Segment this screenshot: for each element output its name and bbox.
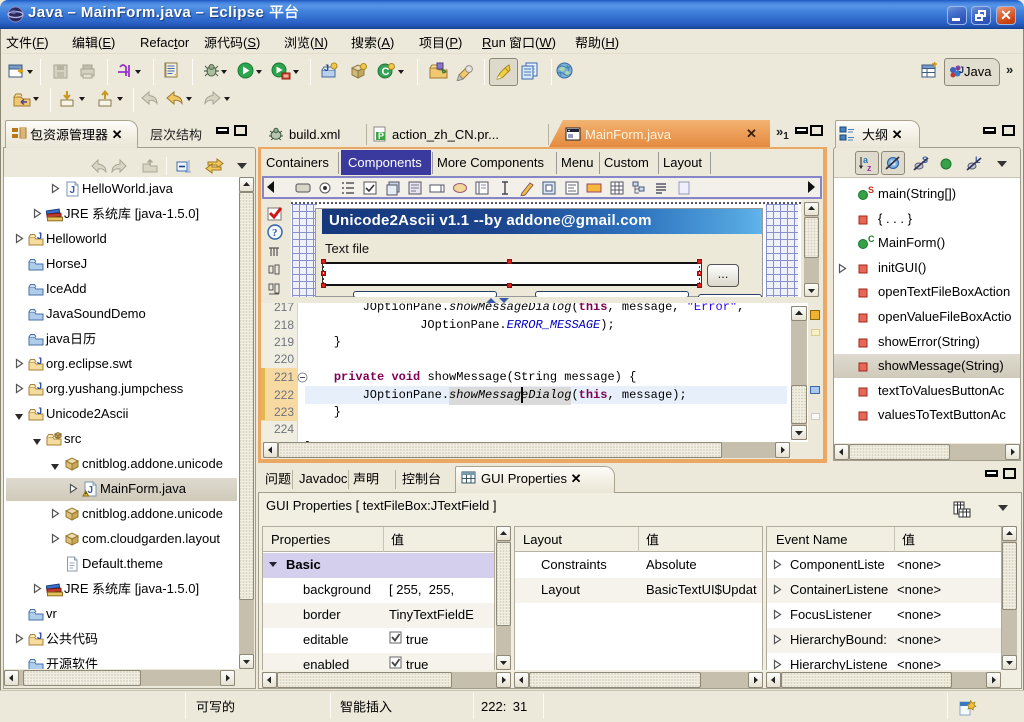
- svg-text:J: J: [37, 631, 42, 641]
- svg-text:P: P: [378, 131, 384, 141]
- svg-text:J: J: [37, 381, 42, 391]
- svg-text:J: J: [88, 485, 94, 496]
- svg-text:S: S: [868, 186, 874, 195]
- svg-text:C: C: [868, 235, 874, 244]
- svg-text:?: ?: [272, 227, 278, 239]
- svg-text:J: J: [37, 356, 42, 366]
- svg-text:J: J: [324, 63, 329, 73]
- svg-text:z: z: [867, 163, 872, 172]
- svg-text:J: J: [70, 185, 76, 196]
- svg-text:J: J: [37, 231, 42, 241]
- svg-text:J: J: [37, 406, 42, 416]
